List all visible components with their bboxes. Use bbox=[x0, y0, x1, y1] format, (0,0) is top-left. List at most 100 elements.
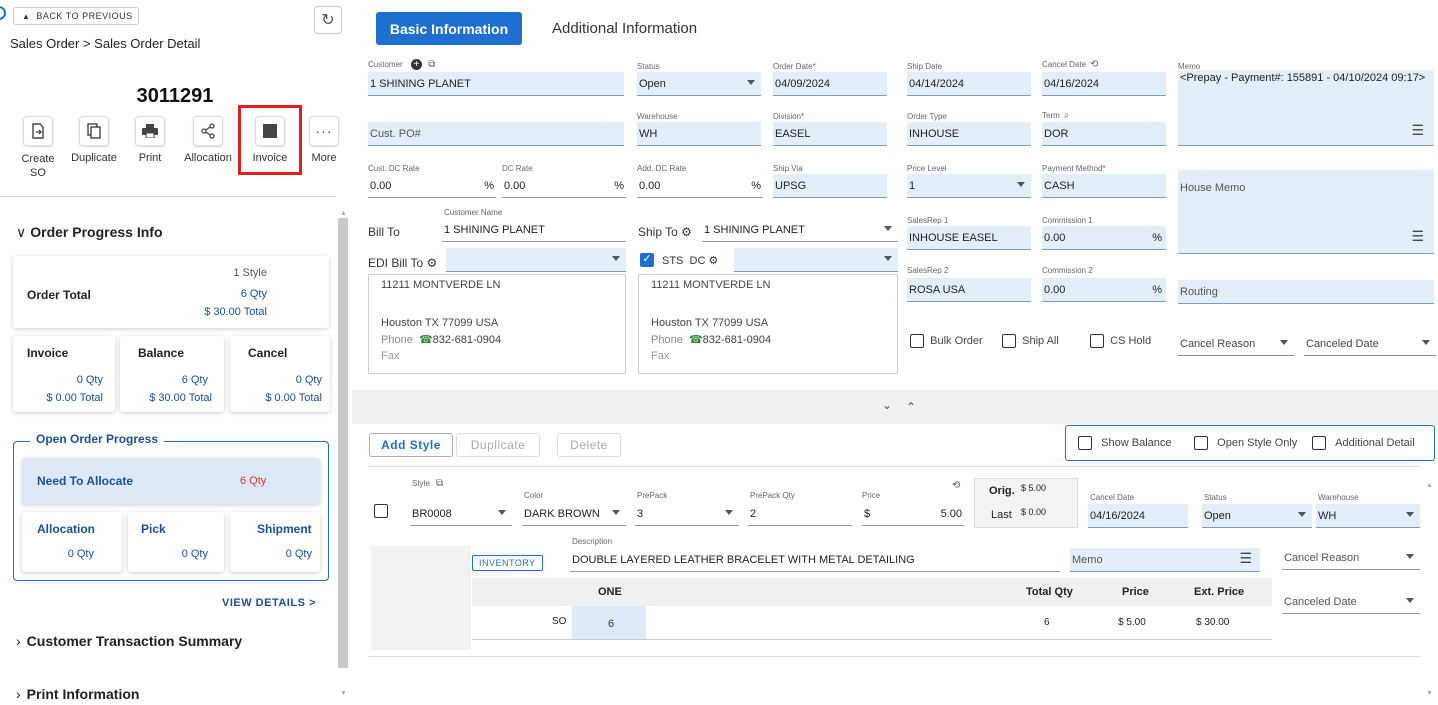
cs-hold-checkbox[interactable]: CS Hold bbox=[1090, 334, 1151, 348]
delete-style-button[interactable]: Delete bbox=[557, 433, 621, 457]
line-select-checkbox[interactable] bbox=[374, 503, 388, 518]
refresh-button[interactable]: ↻ bbox=[314, 6, 342, 34]
open-style-only-checkbox[interactable]: Open Style Only bbox=[1194, 436, 1297, 450]
add-dc-field[interactable]: 0.00% bbox=[637, 174, 763, 198]
inventory-button[interactable]: INVENTORY bbox=[472, 555, 543, 571]
need-allocate-label: Need To Allocate bbox=[37, 474, 134, 488]
sidebar-scrollbar[interactable] bbox=[338, 218, 348, 668]
prepack-select[interactable]: 3 bbox=[635, 502, 739, 526]
ship-via-field[interactable]: UPSG bbox=[773, 174, 887, 198]
style-select[interactable]: BR0008 bbox=[410, 502, 512, 526]
bill-to-field[interactable]: 1 SHINING PLANET bbox=[442, 218, 626, 242]
search-icon[interactable]: ⌕ bbox=[1064, 110, 1070, 121]
line-warehouse-select[interactable]: WH bbox=[1316, 504, 1420, 528]
scroll-down-icon[interactable]: ▼ bbox=[340, 690, 347, 697]
ship-to-select[interactable]: 1 SHINING PLANET bbox=[702, 218, 898, 242]
dc-rate-field[interactable]: 0.00% bbox=[502, 174, 626, 198]
customer-field[interactable]: 1 SHINING PLANET bbox=[368, 72, 624, 96]
history-icon[interactable]: ⟲ bbox=[952, 480, 960, 491]
status-select[interactable]: Open bbox=[637, 72, 761, 96]
salesrep2-label: SalesRep 2 bbox=[907, 266, 949, 275]
customer-label: Customer + ⧉ bbox=[368, 59, 436, 70]
print-info-toggle[interactable]: › Print Information bbox=[16, 686, 139, 702]
division-field[interactable]: EASEL bbox=[773, 122, 887, 146]
line-status-select[interactable]: Open bbox=[1202, 504, 1312, 528]
order-progress-toggle[interactable]: ∨ Order Progress Info bbox=[16, 224, 163, 241]
dc-select[interactable] bbox=[734, 248, 898, 272]
chevron-up-icon[interactable]: ⌃ bbox=[906, 400, 916, 414]
cancel-reason-select[interactable]: Cancel Reason bbox=[1178, 332, 1294, 356]
additional-detail-checkbox[interactable]: Additional Detail bbox=[1312, 436, 1415, 450]
scroll-down-icon[interactable]: ▼ bbox=[1426, 690, 1433, 697]
customer-summary-toggle[interactable]: › Customer Transaction Summary bbox=[16, 633, 242, 649]
tab-additional-information[interactable]: Additional Information bbox=[552, 20, 697, 37]
scroll-up-icon[interactable]: ▲ bbox=[1426, 482, 1433, 489]
line-cancel-date-field[interactable]: 04/16/2024 bbox=[1088, 504, 1188, 528]
add-circle-icon[interactable]: + bbox=[410, 59, 422, 70]
salesrep1-field[interactable]: INHOUSE EASEL bbox=[907, 226, 1031, 250]
view-details-link[interactable]: VIEW DETAILS > bbox=[222, 597, 316, 609]
salesrep2-field[interactable]: ROSA USA bbox=[907, 278, 1031, 302]
duplicate-style-button[interactable]: Duplicate bbox=[456, 433, 540, 457]
memo-field[interactable]: <Prepay - Payment#: 155891 - 04/10/2024 … bbox=[1178, 70, 1434, 146]
order-date-field[interactable]: 04/09/2024 bbox=[773, 72, 887, 96]
edi-bill-to-select[interactable] bbox=[446, 248, 626, 272]
need-allocate-card[interactable]: Need To Allocate 6 Qty bbox=[22, 458, 320, 504]
description-field[interactable]: DOUBLE LAYERED LEATHER BRACELET WITH MET… bbox=[570, 548, 1060, 572]
refresh-icon: ↻ bbox=[321, 12, 335, 29]
price-level-select[interactable]: 1 bbox=[907, 174, 1031, 198]
external-link-icon[interactable]: ⧉ bbox=[436, 478, 443, 489]
shipment-card[interactable]: Shipment 0 Qty bbox=[230, 512, 320, 572]
color-select[interactable]: DARK BROWN bbox=[522, 502, 626, 526]
gear-icon[interactable]: ⚙ bbox=[708, 255, 718, 267]
external-link-icon[interactable]: ⧉ bbox=[428, 59, 435, 70]
commission1-field[interactable]: 0.00% bbox=[1042, 226, 1166, 250]
row-qty-input[interactable]: 6 bbox=[572, 606, 646, 639]
warehouse-field[interactable]: WH bbox=[637, 122, 761, 146]
chevron-down-icon[interactable]: ⌄ bbox=[882, 398, 892, 412]
salesrep1-label: SalesRep 1 bbox=[907, 216, 949, 225]
ship-all-checkbox[interactable]: Ship All bbox=[1002, 334, 1059, 348]
more-button[interactable]: ··· More bbox=[296, 116, 352, 164]
cust-dc-field[interactable]: 0.00% bbox=[368, 174, 496, 198]
payment-field[interactable]: CASH bbox=[1042, 174, 1166, 198]
duplicate-button[interactable]: Duplicate bbox=[66, 116, 122, 164]
prepack-qty-field[interactable]: 2 bbox=[748, 502, 852, 526]
line-canceled-date-select[interactable]: Canceled Date bbox=[1282, 590, 1420, 614]
show-balance-checkbox[interactable]: Show Balance bbox=[1078, 436, 1172, 450]
edit-note-icon[interactable]: ☰ bbox=[1239, 550, 1252, 567]
line-cancel-reason-select[interactable]: Cancel Reason bbox=[1282, 546, 1420, 570]
create-so-button[interactable]: Create SO bbox=[10, 116, 66, 180]
cust-po-field[interactable]: Cust. PO# bbox=[368, 122, 624, 146]
allocation-button[interactable]: Allocation bbox=[180, 116, 236, 164]
canceled-date-select[interactable]: Canceled Date bbox=[1304, 332, 1436, 356]
back-circle-icon[interactable] bbox=[0, 6, 6, 20]
bulk-order-checkbox[interactable]: Bulk Order bbox=[910, 334, 983, 348]
print-button[interactable]: Print bbox=[122, 116, 178, 164]
invoice-card-total: $ 0.00 Total bbox=[46, 392, 103, 404]
scroll-up-icon[interactable]: ▲ bbox=[340, 210, 347, 217]
sts-checkbox[interactable]: ✓ bbox=[640, 252, 654, 267]
line-memo-field[interactable]: Memo ☰ bbox=[1070, 548, 1260, 572]
ship-address-line1: 11211 MONTVERDE LN bbox=[651, 279, 771, 291]
tab-basic-information[interactable]: Basic Information bbox=[376, 12, 522, 45]
term-field[interactable]: DOR bbox=[1042, 122, 1166, 146]
house-memo-field[interactable]: House Memo ☰ bbox=[1178, 170, 1434, 254]
edit-note-icon[interactable]: ☰ bbox=[1411, 228, 1424, 245]
gear-icon[interactable]: ⚙ bbox=[426, 256, 437, 270]
ship-date-field[interactable]: 04/14/2024 bbox=[907, 72, 1031, 96]
commission2-field[interactable]: 0.00% bbox=[1042, 278, 1166, 302]
gear-icon[interactable]: ⚙ bbox=[681, 225, 692, 239]
description-label: Description bbox=[572, 537, 613, 546]
add-style-button[interactable]: Add Style bbox=[369, 433, 453, 457]
allocation-card[interactable]: Allocation 0 Qty bbox=[22, 512, 122, 572]
back-button[interactable]: ▲ BACK TO PREVIOUS bbox=[13, 7, 139, 25]
price-field[interactable]: $5.00 bbox=[862, 502, 964, 526]
cancel-date-field[interactable]: 04/16/2024 bbox=[1042, 72, 1166, 96]
order-type-field[interactable]: INHOUSE bbox=[907, 122, 1031, 146]
routing-field[interactable]: Routing bbox=[1178, 280, 1434, 304]
edit-note-icon[interactable]: ☰ bbox=[1411, 122, 1424, 139]
history-icon[interactable]: ⟲ bbox=[1090, 59, 1098, 70]
pick-card[interactable]: Pick 0 Qty bbox=[128, 512, 224, 572]
invoice-card-qty: 0 Qty bbox=[76, 374, 103, 386]
